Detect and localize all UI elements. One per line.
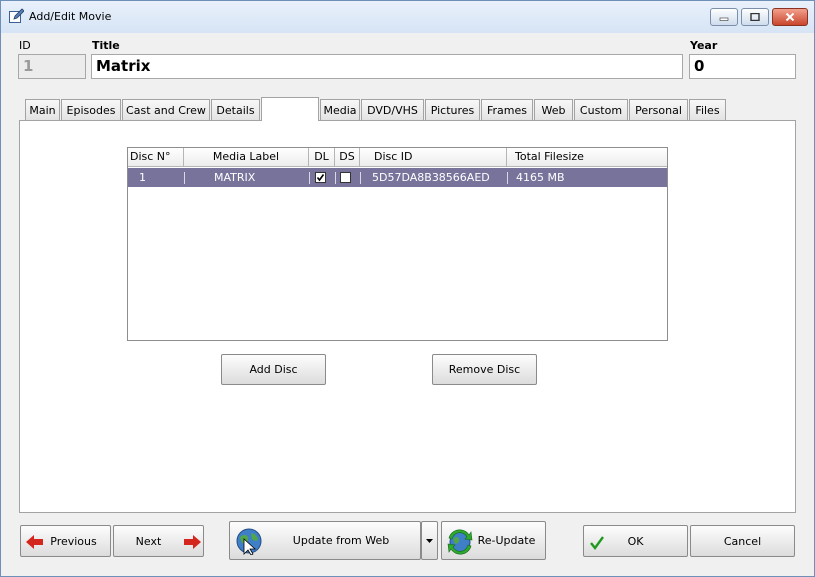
add-edit-movie-window: Add/Edit Movie ID 1 Title Matrix Year 0 … (0, 0, 815, 577)
dl-checkbox[interactable] (315, 172, 326, 183)
chevron-down-icon (426, 538, 433, 543)
close-button[interactable] (772, 8, 808, 26)
title-label: Title (92, 39, 120, 52)
arrow-right-icon (184, 535, 201, 549)
column-dl[interactable]: DL (309, 148, 335, 167)
year-label: Year (690, 39, 718, 52)
update-dropdown-button[interactable] (421, 521, 438, 560)
tab-dvd-vhs[interactable]: DVD/VHS (361, 99, 424, 121)
tab-personal[interactable]: Personal (629, 99, 688, 121)
disc-grid[interactable]: Disc N° Media Label DL DS Disc ID Total … (127, 147, 668, 341)
cancel-button[interactable]: Cancel (690, 525, 795, 557)
re-update-label: Re-Update (477, 534, 536, 547)
cell-disc-id: 5D57DA8B38566AED (372, 171, 490, 184)
edit-icon (9, 8, 24, 23)
previous-label: Previous (50, 534, 97, 548)
column-disc-no[interactable]: Disc N° (128, 148, 184, 167)
arrow-left-icon (26, 535, 43, 549)
title-field[interactable]: Matrix (91, 54, 683, 79)
tab-custom[interactable]: Custom (574, 99, 628, 121)
table-row[interactable]: 1 MATRIX 5D57DA8B38566AED 4165 MB (128, 168, 667, 187)
tab-episodes[interactable]: Episodes (61, 99, 121, 121)
check-mark-icon (316, 174, 325, 182)
tab-cast-and-crew[interactable]: Cast and Crew (122, 99, 210, 121)
tab-files[interactable]: Files (689, 99, 726, 121)
column-media-label[interactable]: Media Label (184, 148, 309, 167)
next-label: Next (135, 534, 162, 548)
window-title: Add/Edit Movie (29, 10, 112, 23)
tab-main[interactable]: Main (25, 99, 60, 121)
tab-web[interactable]: Web (534, 99, 573, 121)
cell-separator (184, 172, 185, 184)
minimize-button[interactable] (710, 8, 738, 26)
id-field: 1 (18, 54, 86, 79)
ok-label: OK (627, 534, 644, 548)
cell-separator (309, 172, 310, 184)
minimize-icon (719, 17, 729, 21)
tab-pictures[interactable]: Pictures (425, 99, 480, 121)
cell-media-label: MATRIX (214, 171, 256, 184)
cell-total-filesize: 4165 MB (516, 171, 565, 184)
column-total-filesize[interactable]: Total Filesize (507, 148, 667, 167)
grid-header: Disc N° Media Label DL DS Disc ID Total … (128, 148, 667, 167)
cell-separator (360, 172, 361, 184)
tab-details[interactable]: Details (211, 99, 260, 121)
add-disc-button[interactable]: Add Disc (221, 354, 326, 385)
close-icon (785, 13, 795, 21)
refresh-globe-icon (447, 529, 473, 555)
ok-button[interactable]: OK (583, 525, 688, 557)
tab-frames[interactable]: Frames (481, 99, 533, 121)
next-button[interactable]: Next (113, 525, 204, 557)
column-ds[interactable]: DS (335, 148, 360, 167)
re-update-button[interactable]: Re-Update (441, 521, 546, 560)
ds-checkbox[interactable] (340, 172, 351, 183)
tab-active-unlabeled[interactable] (261, 97, 319, 121)
year-field[interactable]: 0 (689, 54, 796, 79)
maximize-button[interactable] (741, 8, 769, 26)
previous-button[interactable]: Previous (20, 525, 111, 557)
remove-disc-button[interactable]: Remove Disc (432, 354, 537, 385)
cell-disc-no: 1 (139, 171, 146, 184)
update-from-web-button[interactable]: Update from Web (229, 521, 421, 560)
update-from-web-label: Update from Web (292, 534, 390, 547)
id-label: ID (19, 39, 31, 52)
check-icon (590, 536, 604, 550)
globe-cursor-icon (236, 528, 262, 555)
column-disc-id[interactable]: Disc ID (360, 148, 507, 167)
tab-media[interactable]: Media (320, 99, 360, 121)
title-bar[interactable]: Add/Edit Movie (1, 1, 814, 33)
cell-separator (335, 172, 336, 184)
maximize-icon (750, 13, 760, 21)
cell-separator (507, 172, 508, 184)
